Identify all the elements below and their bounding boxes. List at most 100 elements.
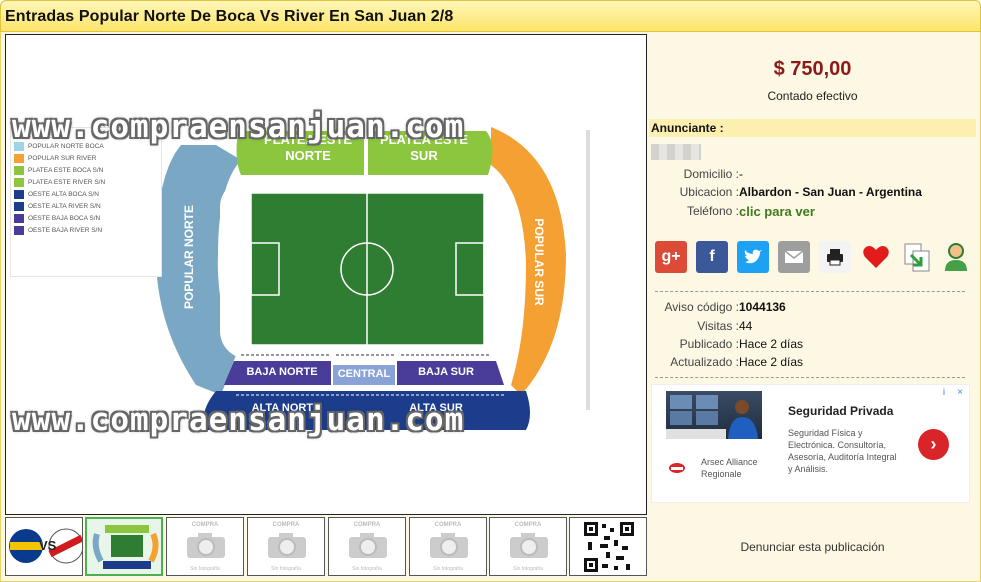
legend-swatch bbox=[14, 213, 24, 223]
legend-swatch bbox=[14, 189, 24, 199]
legend-label: POPULAR SUR RIVER bbox=[28, 154, 97, 162]
seller-name-blurred bbox=[651, 144, 701, 160]
platea-sur-line2: SUR bbox=[410, 148, 438, 163]
google-plus-icon[interactable]: g+ bbox=[655, 241, 687, 273]
thumb-caption: Sin fotografía bbox=[352, 566, 382, 572]
legend-label: PLATEA ESTE RIVER S/N bbox=[28, 178, 106, 186]
thumb-logo: COMPRA bbox=[191, 522, 219, 528]
legend-label: OESTE BAJA RIVER S/N bbox=[28, 226, 103, 234]
visitas-value: 44 bbox=[739, 319, 753, 333]
ad-brand: Arsec Alliance Regionale bbox=[701, 457, 758, 479]
seller-heading-bar: Anunciante : bbox=[649, 119, 976, 137]
ubicacion-row: Ubicacion : Albardon - San Juan - Argent… bbox=[649, 185, 976, 203]
camera-icon bbox=[268, 533, 306, 558]
platea-norte-line2: NORTE bbox=[285, 148, 331, 163]
seller-heading: Anunciante : bbox=[651, 121, 724, 135]
legend-item: PLATEA ESTE RIVER S/N bbox=[14, 177, 105, 187]
camera-icon bbox=[349, 533, 387, 558]
thumbnail-empty[interactable]: COMPRA Sin fotografía bbox=[409, 517, 487, 576]
camera-icon bbox=[187, 533, 225, 558]
thumbnail-empty[interactable]: COMPRA Sin fotografía bbox=[247, 517, 325, 576]
legend-item: OESTE BAJA BOCA S/N bbox=[14, 213, 100, 223]
codigo-label: Aviso código : bbox=[664, 300, 740, 314]
email-icon[interactable] bbox=[778, 241, 810, 273]
legend-item: OESTE BAJA RIVER S/N bbox=[14, 225, 102, 235]
ad-choices: i × bbox=[937, 386, 967, 400]
favorite-heart-icon[interactable] bbox=[860, 241, 892, 273]
ad-info-icon[interactable]: i bbox=[937, 386, 951, 400]
legend-swatch bbox=[14, 201, 24, 211]
stadium-thumb-icon bbox=[87, 519, 161, 574]
ad-image bbox=[666, 391, 762, 439]
sector-legend: SECTORES POPULAR NORTE BOCA POPULAR SUR … bbox=[10, 127, 162, 277]
listing-sidebar: $ 750,00 Contado efectivo Anunciante : D… bbox=[649, 34, 976, 578]
watermark-top: www.compraensanjuan.com bbox=[12, 109, 465, 145]
ad-arrow-button[interactable]: › bbox=[918, 429, 949, 460]
user-profile-icon[interactable] bbox=[940, 241, 972, 273]
thumb-caption: Sin fotografía bbox=[271, 566, 301, 572]
baja-norte-label: BAJA NORTE bbox=[246, 366, 318, 378]
codigo-row: Aviso código : 1044136 bbox=[649, 300, 976, 318]
listing-title: Entradas Popular Norte De Boca Vs River … bbox=[5, 8, 454, 25]
thumbnail-boca-vs-river[interactable]: VS bbox=[5, 517, 83, 576]
visitas-row: Visitas : 44 bbox=[649, 319, 976, 337]
watermark-bottom: www.compraensanjuan.com bbox=[12, 402, 465, 438]
thumbnail-strip: VS COMPRA Sin fotografía COMPRA Sin foto… bbox=[5, 517, 647, 578]
legend-swatch bbox=[14, 153, 24, 163]
thumb-logo: COMPRA bbox=[514, 522, 542, 528]
show-phone-link[interactable]: clic para ver bbox=[739, 204, 815, 219]
thumb-caption: Sin fotografía bbox=[190, 566, 220, 572]
ad-close-icon[interactable]: × bbox=[953, 386, 967, 400]
thumb-logo: COMPRA bbox=[353, 522, 381, 528]
visitas-label: Visitas : bbox=[697, 319, 739, 333]
actualizado-row: Actualizado : Hace 2 días bbox=[649, 355, 976, 373]
legend-label: OESTE ALTA BOCA S/N bbox=[28, 190, 99, 198]
ad-brand-logo-icon bbox=[669, 463, 685, 473]
qr-code-icon bbox=[584, 522, 634, 572]
baja-sur-label: BAJA SUR bbox=[418, 366, 474, 378]
thumbnail-empty[interactable]: COMPRA Sin fotografía bbox=[489, 517, 567, 576]
thumb-caption: Sin fotografía bbox=[433, 566, 463, 572]
publicado-row: Publicado : Hace 2 días bbox=[649, 337, 976, 355]
report-link[interactable]: Denunciar esta publicación bbox=[649, 540, 976, 554]
thumbnail-stadium-map[interactable] bbox=[85, 517, 163, 576]
legend-item: OESTE ALTA BOCA S/N bbox=[14, 189, 99, 199]
thumb-logo: COMPRA bbox=[272, 522, 300, 528]
ubicacion-label: Ubicacion : bbox=[679, 185, 739, 199]
divider bbox=[655, 377, 965, 378]
ubicacion-value: Albardon - San Juan - Argentina bbox=[739, 185, 922, 199]
copy-document-icon[interactable] bbox=[901, 241, 933, 273]
domicilio-label: Domicilio : bbox=[683, 167, 739, 181]
share-buttons: g+ f bbox=[655, 241, 975, 275]
camera-icon bbox=[430, 533, 468, 558]
legend-swatch bbox=[14, 225, 24, 235]
central-label: CENTRAL bbox=[337, 368, 391, 380]
thumb-logo: COMPRA bbox=[434, 522, 462, 528]
popular-sur-label: POPULAR SUR bbox=[532, 218, 546, 306]
actualizado-value: Hace 2 días bbox=[739, 355, 804, 369]
thumbnail-empty[interactable]: COMPRA Sin fotografía bbox=[328, 517, 406, 576]
legend-item: PLATEA ESTE BOCA S/N bbox=[14, 165, 103, 175]
codigo-value: 1044136 bbox=[739, 300, 786, 314]
camera-icon bbox=[510, 533, 548, 558]
price: $ 750,00 bbox=[773, 58, 852, 80]
ad-banner[interactable]: i × Seguridad Privada Seguridad Física y… bbox=[651, 384, 970, 503]
thumbnail-empty[interactable]: COMPRA Sin fotografía bbox=[166, 517, 244, 576]
thumb-caption: Sin fotografía bbox=[513, 566, 543, 572]
twitter-icon[interactable] bbox=[737, 241, 769, 273]
legend-swatch bbox=[14, 165, 24, 175]
legend-label: OESTE ALTA RIVER S/N bbox=[28, 202, 101, 210]
telefono-label: Teléfono : bbox=[686, 204, 739, 218]
print-icon[interactable] bbox=[819, 241, 851, 273]
main-listing-image[interactable]: PLATEA ESTE NORTE PLATEA ESTE SUR POPULA… bbox=[5, 34, 647, 515]
price-note: Contado efectivo bbox=[767, 89, 858, 103]
thumbnail-qr-code[interactable] bbox=[569, 517, 647, 576]
legend-item: OESTE ALTA RIVER S/N bbox=[14, 201, 101, 211]
legend-label: OESTE BAJA BOCA S/N bbox=[28, 214, 101, 222]
legend-item: POPULAR SUR RIVER bbox=[14, 153, 96, 163]
vs-label: VS bbox=[39, 538, 57, 553]
ad-title: Seguridad Privada bbox=[788, 404, 894, 418]
publicado-label: Publicado : bbox=[679, 337, 739, 351]
facebook-icon[interactable]: f bbox=[696, 241, 728, 273]
ad-text: Seguridad Física y Electrónica. Consulto… bbox=[788, 428, 897, 474]
